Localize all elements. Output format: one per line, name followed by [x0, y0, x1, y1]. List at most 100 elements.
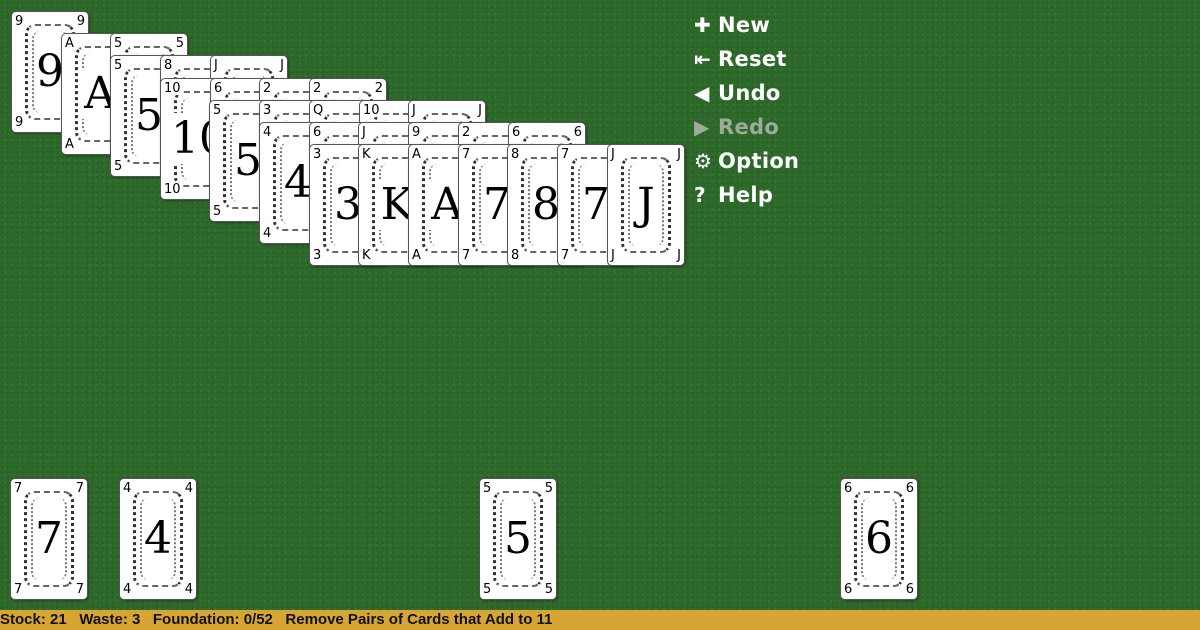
game-menu: ✚ New ⇤ Reset ◀ Undo ▶ Redo ⚙ Option ? H…	[694, 8, 799, 212]
plus-icon: ✚	[694, 13, 712, 37]
card-corner-rank: Q	[313, 103, 324, 118]
foundation-count-value: 0/52	[243, 611, 273, 628]
waste-card[interactable]: 4 4 4 4 4	[119, 478, 197, 600]
card-center-rank: 6	[863, 513, 895, 564]
game-instruction: Remove Pairs of Cards that Add to 11	[285, 611, 553, 628]
card-corner-rank: 4	[123, 481, 132, 496]
card-corner-rank: 6	[313, 125, 322, 140]
redo-arrow-icon: ▶	[694, 115, 710, 139]
card-corner-rank: 7	[14, 582, 23, 597]
card-corner-rank: 5	[483, 481, 492, 496]
card-corner-rank: A	[65, 137, 74, 152]
redo-button[interactable]: ▶ Redo	[694, 110, 799, 144]
card-corner-rank: 5	[114, 159, 123, 174]
card-corner-rank: 3	[313, 248, 322, 263]
card-center-rank: 7	[33, 513, 65, 564]
card-corner-rank: 5	[213, 103, 222, 118]
card-corner-rank: 8	[164, 58, 173, 73]
card-corner-rank: 4	[123, 582, 132, 597]
waste-count-value: 3	[132, 611, 141, 628]
card-corner-rank: 5	[114, 36, 123, 51]
card-corner-rank: 6	[214, 81, 223, 96]
redo-label: Redo	[718, 115, 780, 139]
card-corner-rank: J	[611, 147, 615, 162]
card-corner-rank: 7	[75, 481, 84, 496]
card-corner-rank: 9	[412, 125, 421, 140]
card-corner-rank: 6	[844, 582, 853, 597]
new-label: New	[718, 13, 771, 37]
card-corner-rank: A	[412, 248, 421, 263]
card-corner-rank: 8	[511, 248, 520, 263]
card-corner-rank: 7	[462, 248, 471, 263]
card-corner-rank: 4	[263, 125, 272, 140]
card-corner-rank: 6	[905, 582, 914, 597]
card-center-rank: 4	[142, 513, 174, 564]
card-corner-rank: 5	[114, 58, 123, 73]
stock-card[interactable]: 7 7 7 7 7	[10, 478, 88, 600]
reset-icon: ⇤	[694, 47, 712, 71]
card-corner-rank: 3	[263, 103, 272, 118]
card-corner-rank: J	[412, 103, 416, 118]
card-corner-rank: 9	[15, 115, 24, 130]
card-corner-rank: 4	[184, 582, 193, 597]
game-table: 99999AAAAA555555555588888JJJJJ1010101010…	[0, 0, 1200, 610]
card-corner-rank: J	[280, 58, 284, 73]
card-corner-rank: J	[478, 103, 482, 118]
card-corner-rank: 7	[462, 147, 471, 162]
stock-count-value: 21	[50, 611, 67, 628]
card-corner-rank: 10	[164, 81, 181, 96]
help-button[interactable]: ? Help	[694, 178, 799, 212]
help-label: Help	[718, 183, 774, 207]
card-corner-rank: 6	[512, 125, 521, 140]
card-corner-rank: 5	[175, 36, 184, 51]
status-bar: Stock: 21 Waste: 3 Foundation: 0/52 Remo…	[0, 610, 1200, 630]
reset-button[interactable]: ⇤ Reset	[694, 42, 799, 76]
waste-count-label: Waste:	[79, 611, 128, 628]
card-corner-rank: 5	[544, 582, 553, 597]
foundation-card[interactable]: 5 5 5 5 5	[479, 478, 557, 600]
card-corner-rank: J	[611, 248, 615, 263]
card-corner-rank: 5	[544, 481, 553, 496]
card-corner-rank: 4	[184, 481, 193, 496]
card-corner-rank: 10	[363, 103, 380, 118]
undo-button[interactable]: ◀ Undo	[694, 76, 799, 110]
gear-icon: ⚙	[694, 149, 713, 173]
card-corner-rank: 9	[76, 14, 85, 29]
card-corner-rank: K	[362, 248, 371, 263]
undo-label: Undo	[718, 81, 781, 105]
card-corner-rank: J	[214, 58, 218, 73]
card-corner-rank: 2	[374, 81, 383, 96]
card-corner-rank: 6	[844, 481, 853, 496]
card-corner-rank: 9	[15, 14, 24, 29]
card-corner-rank: 7	[561, 147, 570, 162]
option-label: Option	[718, 149, 800, 173]
card-corner-rank: J	[677, 147, 681, 162]
card-center-rank: 5	[502, 513, 534, 564]
card-corner-rank: 4	[263, 226, 272, 241]
card-corner-rank: 7	[75, 582, 84, 597]
card-corner-rank: 6	[573, 125, 582, 140]
card-corner-rank: 5	[213, 204, 222, 219]
stock-count-label: Stock:	[0, 611, 46, 628]
card-corner-rank: 3	[313, 147, 322, 162]
card-corner-rank: 2	[313, 81, 322, 96]
card-center-rank: J	[635, 179, 657, 230]
card-corner-rank: 10	[164, 182, 181, 197]
card-corner-rank: J	[362, 125, 366, 140]
reset-label: Reset	[718, 47, 787, 71]
card-corner-rank: 5	[483, 582, 492, 597]
option-button[interactable]: ⚙ Option	[694, 144, 799, 178]
reserve-card[interactable]: 6 6 6 6 6	[840, 478, 918, 600]
card-corner-rank: 6	[905, 481, 914, 496]
card-corner-rank: A	[412, 147, 421, 162]
pyramid-card[interactable]: J J J J J	[607, 144, 685, 266]
card-corner-rank: K	[362, 147, 371, 162]
foundation-count-label: Foundation:	[152, 611, 240, 628]
new-game-button[interactable]: ✚ New	[694, 8, 799, 42]
card-corner-rank: 8	[511, 147, 520, 162]
card-corner-rank: 2	[263, 81, 272, 96]
card-corner-rank: 2	[462, 125, 471, 140]
card-corner-rank: J	[677, 248, 681, 263]
card-corner-rank: A	[65, 36, 74, 51]
card-corner-rank: 7	[14, 481, 23, 496]
